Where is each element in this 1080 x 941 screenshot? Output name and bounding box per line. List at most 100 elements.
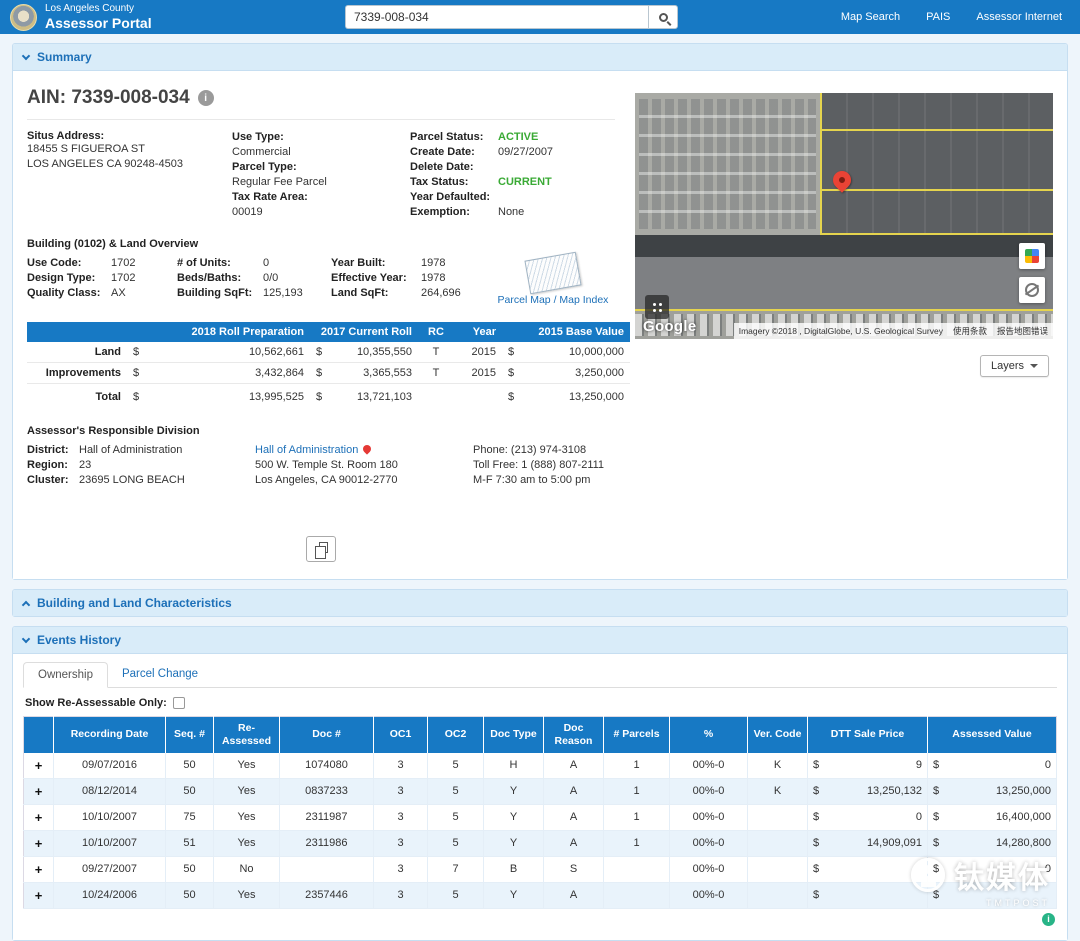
- money-value: 3,250,000: [575, 367, 624, 379]
- events-cell: 50: [166, 753, 214, 779]
- roll-col-base: 2015 Base Value: [502, 322, 630, 342]
- events-cell: 50: [166, 856, 214, 882]
- field-label: Beds/Baths:: [177, 271, 263, 286]
- app-header: Los Angeles County Assessor Portal Map S…: [0, 0, 1080, 34]
- field-value: AX: [111, 287, 126, 299]
- row-expander-button[interactable]: +: [24, 804, 54, 830]
- google-maps-button[interactable]: [1019, 243, 1045, 269]
- search-bar: [345, 5, 678, 29]
- page-content: Summary AIN: 7339-008-034 Situs Address:…: [0, 34, 1080, 941]
- money-value: 0: [1045, 759, 1051, 771]
- division-office: Hall of Administration 500 W. Temple St.…: [255, 443, 473, 488]
- money-cell: $: [808, 856, 928, 882]
- money-cell: $0: [928, 856, 1057, 882]
- parcel-map[interactable]: Google Imagery ©2018 , DigitalGlobe, U.S…: [635, 93, 1053, 339]
- currency-symbol: $: [133, 391, 139, 403]
- field-row: Effective Year:1978: [331, 271, 491, 286]
- money-value: 13,721,103: [357, 391, 412, 403]
- tab-parcel-change[interactable]: Parcel Change: [108, 662, 212, 687]
- events-cell: 7: [428, 856, 484, 882]
- events-cell: 1: [604, 804, 670, 830]
- summary-title: Summary: [37, 50, 92, 64]
- field-row: Design Type:1702: [27, 271, 177, 286]
- money-cell: $3,250,000: [502, 363, 630, 384]
- field-value: 1978: [421, 257, 445, 269]
- field-label: Exemption:: [410, 205, 498, 220]
- field-label: Land SqFt:: [331, 286, 421, 301]
- search-button[interactable]: [648, 5, 678, 29]
- parcel-map-block: Parcel Map / Map Index: [491, 256, 615, 306]
- money-value: 3,365,553: [363, 367, 412, 379]
- table-info-icon[interactable]: [1042, 913, 1055, 926]
- field-value: 23: [79, 459, 91, 471]
- field-value: 0: [263, 257, 269, 269]
- events-cell: 09/27/2007: [54, 856, 166, 882]
- events-cell: 10/10/2007: [54, 830, 166, 856]
- copy-button[interactable]: [306, 536, 336, 562]
- events-cell: 08/12/2014: [54, 778, 166, 804]
- ain-row: AIN: 7339-008-034: [27, 79, 615, 120]
- row-expander-button[interactable]: +: [24, 753, 54, 779]
- currency-symbol: $: [813, 759, 819, 771]
- nav-link-pais[interactable]: PAIS: [926, 11, 950, 23]
- info-icon[interactable]: [198, 90, 214, 106]
- money-value: 13,250,000: [569, 391, 624, 403]
- google-logo: Google: [643, 318, 696, 335]
- events-history-section-header[interactable]: Events History: [13, 627, 1067, 653]
- money-cell: $10,355,550: [310, 342, 418, 363]
- events-cell: 2311987: [280, 804, 374, 830]
- events-cell: 00%-0: [670, 830, 748, 856]
- parcel-map-icon: [524, 252, 581, 295]
- events-cell: 5: [428, 804, 484, 830]
- layers-button[interactable]: Layers: [980, 355, 1049, 377]
- field-value: Hall of Administration: [79, 444, 182, 456]
- currency-symbol: $: [813, 889, 819, 901]
- money-cell: $16,400,000: [928, 804, 1057, 830]
- field-row: Delete Date:: [410, 160, 615, 175]
- parcel-boundary-line: [820, 233, 1053, 235]
- nav-link-assessor-internet[interactable]: Assessor Internet: [976, 11, 1062, 23]
- row-expander-button[interactable]: +: [24, 830, 54, 856]
- summary-section-header[interactable]: Summary: [13, 44, 1067, 70]
- row-expander-button[interactable]: +: [24, 778, 54, 804]
- nav-link-map-search[interactable]: Map Search: [841, 11, 900, 23]
- ain-label: AIN:: [27, 87, 66, 108]
- events-cell: 09/07/2016: [54, 753, 166, 779]
- building-land-panel: Building and Land Characteristics: [12, 589, 1068, 617]
- field-row: Quality Class:AX: [27, 286, 177, 301]
- office-link[interactable]: Hall of Administration: [255, 444, 358, 456]
- events-cell: K: [748, 753, 808, 779]
- events-cell: Y: [484, 778, 544, 804]
- money-value: 14,909,091: [867, 837, 922, 849]
- filter-row: Show Re-Assessable Only:: [23, 688, 1057, 716]
- situs-line2: LOS ANGELES CA 90248-4503: [27, 157, 232, 172]
- roll-row-label: Land: [27, 342, 127, 363]
- row-expander-button[interactable]: +: [24, 882, 54, 908]
- building-land-section-header[interactable]: Building and Land Characteristics: [13, 590, 1067, 616]
- division-block: District:Hall of AdministrationRegion:23…: [27, 443, 615, 488]
- search-input[interactable]: [345, 5, 648, 29]
- currency-symbol: $: [316, 346, 322, 358]
- year-cell: 2015: [454, 363, 502, 384]
- re-assessable-checkbox[interactable]: [173, 697, 185, 709]
- parcel-boundary-line: [820, 93, 822, 235]
- events-cell: A: [544, 753, 604, 779]
- map-report-link[interactable]: 报告地图错误: [997, 325, 1048, 337]
- field-row: Tax Status:CURRENT: [410, 175, 615, 190]
- roll-row-label: Improvements: [27, 363, 127, 384]
- currency-symbol: $: [933, 863, 939, 875]
- use-type-block: Use Type: Commercial Parcel Type: Regula…: [232, 130, 410, 220]
- parcel-map-link[interactable]: Parcel Map / Map Index: [498, 294, 609, 306]
- map-terms-link[interactable]: 使用条款: [953, 325, 987, 337]
- roll-row: Land$10,562,661$10,355,550T2015$10,000,0…: [27, 342, 630, 363]
- map-expand-button[interactable]: [645, 295, 669, 319]
- events-cell: 0837233: [280, 778, 374, 804]
- brand: Los Angeles County Assessor Portal: [10, 3, 152, 31]
- building-overview: Use Code:1702Design Type:1702Quality Cla…: [27, 256, 615, 306]
- tab-ownership[interactable]: Ownership: [23, 662, 108, 688]
- money-value: 10,000,000: [569, 346, 624, 358]
- row-expander-button[interactable]: +: [24, 856, 54, 882]
- events-cell: 3: [374, 830, 428, 856]
- map-tilt-button[interactable]: [1019, 277, 1045, 303]
- chevron-down-icon: [22, 635, 30, 643]
